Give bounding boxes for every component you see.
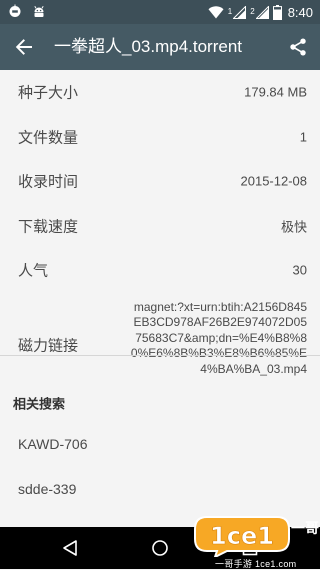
sim1-signal: 1 xyxy=(227,5,247,19)
detail-value: 179.84 MB xyxy=(244,84,307,100)
detail-label: 人气 xyxy=(18,261,49,280)
detail-row-popularity: 人气 30 xyxy=(0,248,320,293)
nav-recents-button[interactable] xyxy=(238,536,262,560)
sim2-label: 2 xyxy=(250,7,255,16)
nav-back-icon xyxy=(63,540,77,556)
wifi-icon xyxy=(208,5,224,19)
detail-label: 下载速度 xyxy=(18,217,79,236)
detail-row-speed: 下载速度 极快 xyxy=(0,204,320,249)
detail-label: 文件数量 xyxy=(18,128,79,147)
status-bar: 1 2 8:40 xyxy=(0,0,320,24)
torrent-details: 种子大小 179.84 MB 文件数量 1 收录时间 2015-12-08 下载… xyxy=(0,70,320,398)
detail-row-size: 种子大小 179.84 MB xyxy=(0,70,320,115)
related-search-item[interactable]: sdde-339 xyxy=(18,481,76,497)
detail-row-magnet[interactable]: 磁力链接 magnet:?xt=urn:btih:A2156D845EB3CD9… xyxy=(0,293,320,398)
navigation-bar xyxy=(0,527,320,569)
related-searches-header: 相关搜索 xyxy=(13,397,66,413)
detail-label: 种子大小 xyxy=(18,83,79,102)
back-button[interactable] xyxy=(8,31,40,63)
detail-label: 收录时间 xyxy=(18,172,79,191)
section-divider xyxy=(0,355,320,356)
nav-back-button[interactable] xyxy=(58,536,82,560)
share-icon xyxy=(290,38,306,56)
detail-row-file-count: 文件数量 1 xyxy=(0,115,320,160)
share-button[interactable] xyxy=(282,31,314,63)
signal-icon xyxy=(255,5,269,19)
recents-icon xyxy=(242,540,258,556)
home-icon xyxy=(152,540,168,556)
sim2-signal: 2 xyxy=(250,5,269,19)
notification-icon xyxy=(8,4,22,18)
nav-home-button[interactable] xyxy=(148,536,172,560)
clock: 8:40 xyxy=(287,4,313,20)
detail-value: 2015-12-08 xyxy=(240,173,308,189)
page-title: 一拳超人_03.mp4.torrent xyxy=(54,37,243,56)
related-search-item[interactable]: KAWD-706 xyxy=(18,436,88,452)
detail-value: 极快 xyxy=(280,219,307,235)
battery-icon xyxy=(272,4,282,20)
sim1-label: 1 xyxy=(227,7,233,16)
android-icon xyxy=(32,4,46,18)
detail-label: 磁力链接 xyxy=(18,336,79,355)
detail-value: 30 xyxy=(292,262,307,278)
app-bar: 一拳超人_03.mp4.torrent xyxy=(0,24,320,70)
arrow-back-icon xyxy=(15,39,33,55)
signal-icon xyxy=(233,5,247,19)
detail-row-indexed-date: 收录时间 2015-12-08 xyxy=(0,159,320,204)
magnet-link[interactable]: magnet:?xt=urn:btih:A2156D845EB3CD978AF2… xyxy=(127,300,307,378)
detail-value: 1 xyxy=(299,129,307,145)
